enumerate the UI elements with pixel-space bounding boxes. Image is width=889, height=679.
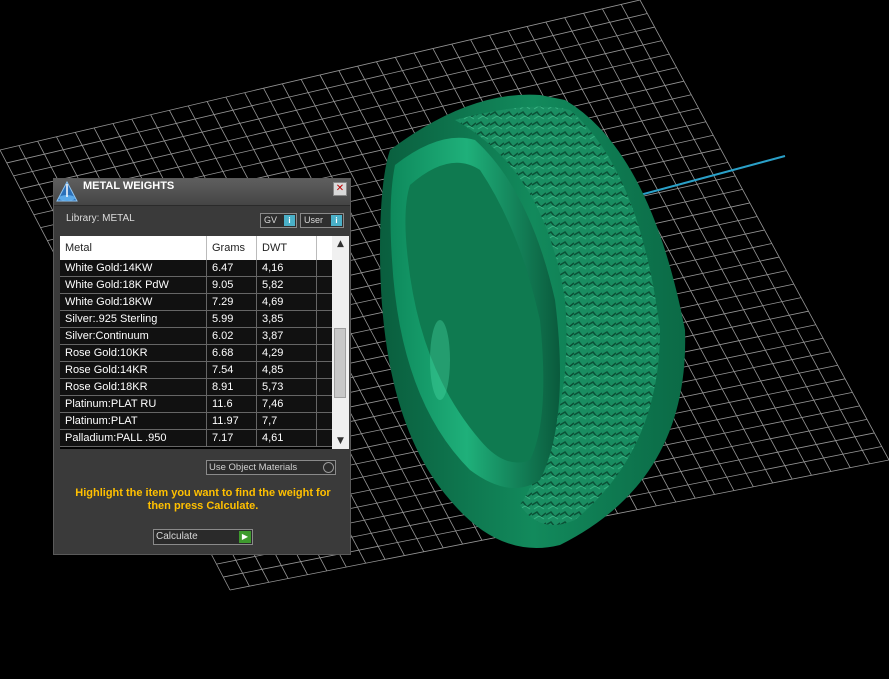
spacer-cell [316, 378, 334, 396]
table-row[interactable]: Silver:Continuum 6.02 3,87 [60, 327, 334, 345]
table-header-row: Metal Grams DWT [60, 236, 334, 260]
calculate-label: Calculate [156, 531, 198, 542]
table-row[interactable]: White Gold:14KW 6.47 4,16 [60, 260, 334, 277]
metal-cell: Silver:Continuum [60, 327, 207, 345]
grams-cell: 9.05 [206, 276, 257, 294]
user-button[interactable]: User i [300, 213, 344, 228]
spacer-cell [316, 327, 334, 345]
table-scrollbar[interactable]: ▲ ▼ [332, 236, 349, 449]
gv-button[interactable]: GV i [260, 213, 297, 228]
spacer-cell [316, 276, 334, 294]
metal-cell: Rose Gold:10KR [60, 344, 207, 362]
use-object-materials-label: Use Object Materials [209, 462, 298, 473]
metal-weights-app-icon [56, 180, 78, 202]
spacer-cell [316, 361, 334, 379]
table-row[interactable]: Palladium:PALL .950 7.17 4,61 [60, 429, 334, 447]
grams-cell: 7.29 [206, 293, 257, 311]
metal-cell: White Gold:18KW [60, 293, 207, 311]
dwt-cell: 7,46 [256, 395, 317, 413]
dwt-cell: 4,29 [256, 344, 317, 362]
column-header-metal[interactable]: Metal [60, 236, 207, 260]
table-row[interactable]: Rose Gold:18KR 8.91 5,73 [60, 378, 334, 396]
grams-cell: 8.91 [206, 378, 257, 396]
metal-table: Metal Grams DWT White Gold:14KW 6.47 4,16 W… [60, 236, 334, 447]
info-icon: i [331, 215, 342, 226]
scrollbar-thumb[interactable] [334, 328, 346, 398]
instruction-text: Highlight the item you want to find the … [75, 487, 331, 512]
spacer-cell [316, 429, 334, 447]
table-row[interactable]: White Gold:18K PdW 9.05 5,82 [60, 276, 334, 294]
spacer-cell [316, 412, 334, 430]
table-row[interactable]: Platinum:PLAT RU 11.6 7,46 [60, 395, 334, 413]
grams-cell: 7.54 [206, 361, 257, 379]
spacer-cell [316, 395, 334, 413]
grams-cell: 11.97 [206, 412, 257, 430]
play-arrow-icon: ▶ [239, 531, 251, 543]
dwt-cell: 4,69 [256, 293, 317, 311]
grams-cell: 5.99 [206, 310, 257, 328]
dwt-cell: 5,82 [256, 276, 317, 294]
library-row: Library: METAL GV i User i [54, 209, 350, 229]
spacer-cell [316, 344, 334, 362]
grams-cell: 6.02 [206, 327, 257, 345]
dwt-cell: 4,85 [256, 361, 317, 379]
library-label: Library: METAL [66, 213, 135, 224]
dwt-cell: 4,61 [256, 429, 317, 447]
dwt-cell: 5,73 [256, 378, 317, 396]
gv-label: GV [264, 215, 278, 225]
metal-cell: White Gold:18K PdW [60, 276, 207, 294]
grams-cell: 7.17 [206, 429, 257, 447]
toggle-circle-icon [323, 462, 334, 473]
dwt-cell: 4,16 [256, 260, 317, 277]
table-row[interactable]: White Gold:18KW 7.29 4,69 [60, 293, 334, 311]
metal-cell: Silver:.925 Sterling [60, 310, 207, 328]
scroll-up-icon[interactable]: ▲ [332, 236, 349, 252]
scroll-down-icon[interactable]: ▼ [332, 433, 349, 449]
spacer-cell [316, 293, 334, 311]
dwt-cell: 3,87 [256, 327, 317, 345]
grams-cell: 6.47 [206, 260, 257, 277]
grams-cell: 6.68 [206, 344, 257, 362]
panel-title: METAL WEIGHTS [83, 180, 175, 192]
calculate-button[interactable]: Calculate ▶ [153, 529, 253, 545]
metal-cell: Palladium:PALL .950 [60, 429, 207, 447]
title-bar[interactable]: METAL WEIGHTS ✕ [54, 179, 350, 206]
metal-cell: Platinum:PLAT RU [60, 395, 207, 413]
metal-weights-panel: METAL WEIGHTS ✕ Library: METAL GV i User… [53, 178, 351, 555]
column-header-dwt[interactable]: DWT [256, 236, 317, 260]
metal-cell: White Gold:14KW [60, 260, 207, 277]
use-object-materials-toggle[interactable]: Use Object Materials [206, 460, 336, 475]
close-icon[interactable]: ✕ [333, 182, 347, 196]
metal-cell: Rose Gold:14KR [60, 361, 207, 379]
metal-table-container[interactable]: Metal Grams DWT White Gold:14KW 6.47 4,16 W… [60, 236, 349, 449]
info-icon: i [284, 215, 295, 226]
dwt-cell: 7,7 [256, 412, 317, 430]
spacer-cell [316, 260, 334, 277]
table-row[interactable]: Rose Gold:14KR 7.54 4,85 [60, 361, 334, 379]
dwt-cell: 3,85 [256, 310, 317, 328]
table-row[interactable]: Silver:.925 Sterling 5.99 3,85 [60, 310, 334, 328]
table-row[interactable]: Rose Gold:10KR 6.68 4,29 [60, 344, 334, 362]
column-header-grams[interactable]: Grams [206, 236, 257, 260]
grams-cell: 11.6 [206, 395, 257, 413]
metal-cell: Rose Gold:18KR [60, 378, 207, 396]
user-label: User [304, 215, 324, 225]
table-row[interactable]: Platinum:PLAT 11.97 7,7 [60, 412, 334, 430]
ring-model[interactable] [380, 94, 686, 548]
metal-cell: Platinum:PLAT [60, 412, 207, 430]
column-header-spacer [316, 236, 334, 260]
spacer-cell [316, 310, 334, 328]
